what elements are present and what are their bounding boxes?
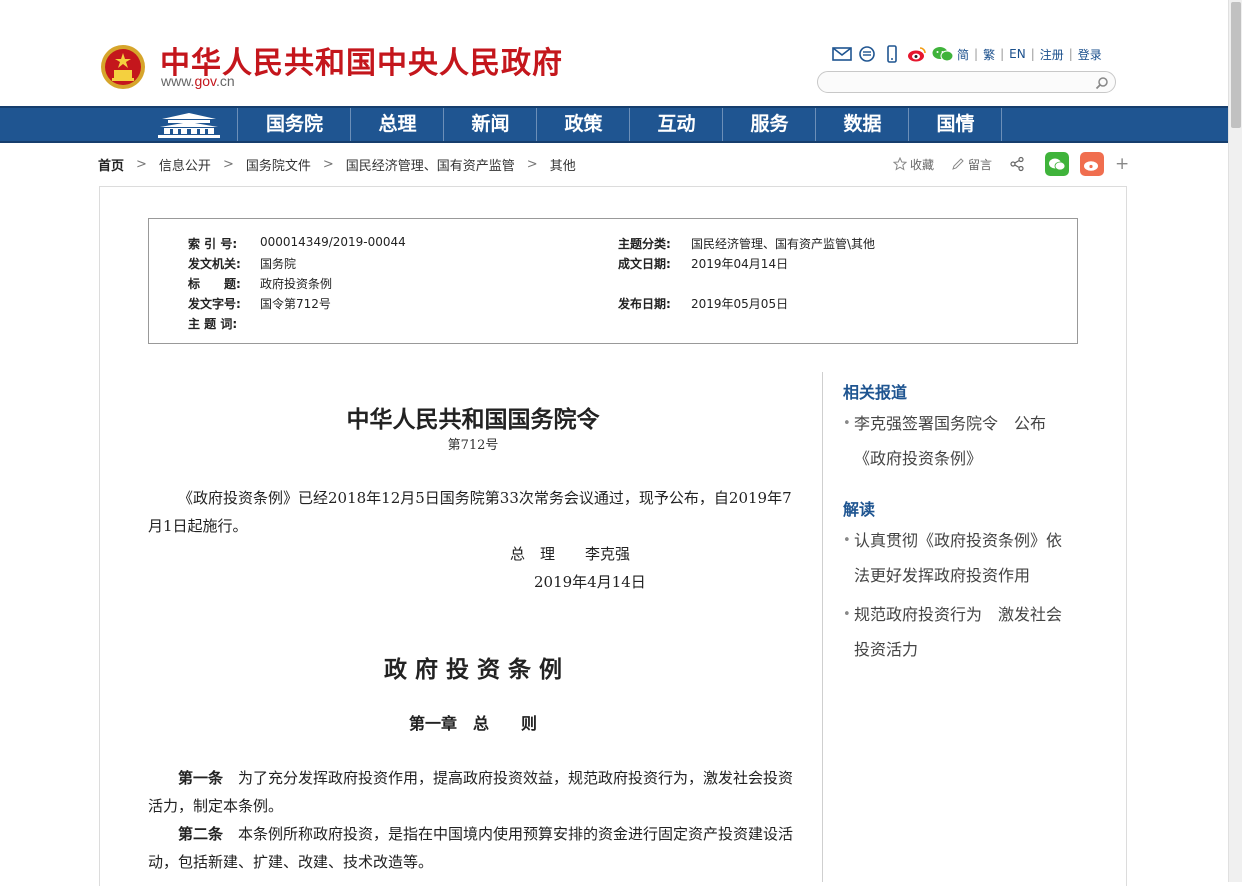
lang-traditional-link[interactable]: 繁 [983, 46, 995, 63]
clause-2-text: 本条例所称政府投资，是指在中国境内使用预算安排的资金进行固定资产投资建设活动，包… [148, 825, 794, 871]
column-divider [822, 372, 823, 882]
bullet-icon: • [843, 416, 851, 431]
scrollbar-thumb[interactable] [1231, 2, 1241, 128]
meta-date-made-value: 2019年04月14日 [691, 257, 789, 271]
weibo-icon[interactable] [907, 45, 927, 63]
breadcrumb-item[interactable]: 其他 [550, 155, 576, 174]
favorite-button[interactable]: 收藏 [893, 156, 934, 173]
article-clause-1: 第一条 为了充分发挥政府投资作用，提高政府投资效益，规范政府投资行为，激发社会投… [148, 764, 798, 820]
register-link[interactable]: 注册 [1040, 46, 1064, 63]
meta-title-label: 标 题: [188, 277, 241, 291]
lang-english-link[interactable]: EN [1009, 47, 1026, 61]
search-input[interactable] [828, 73, 1098, 92]
login-link[interactable]: 登录 [1078, 46, 1102, 63]
meta-issuer-value: 国务院 [260, 257, 297, 271]
top-links: 简 | 繁 | EN | 注册 | 登录 [832, 44, 1102, 64]
comment-button[interactable]: 留言 [951, 156, 992, 173]
meta-title-value: 政府投资条例 [260, 277, 333, 291]
meta-issuer-label: 发文机关: [188, 257, 241, 271]
bullet-icon: • [843, 607, 851, 622]
chevron-right-icon: > [322, 157, 334, 172]
star-icon [893, 157, 907, 171]
site-domain[interactable]: www.gov.cn [161, 73, 235, 89]
chevron-right-icon: > [526, 157, 538, 172]
pencil-icon [952, 158, 964, 170]
main-navigation: 国务院 总理 新闻 政策 互动 服务 数据 国情 [0, 106, 1228, 143]
wechat-share-icon[interactable] [1045, 152, 1070, 176]
interpretation-link[interactable]: • 认真贯彻《政府投资条例》依法更好发挥政府投资作用 [843, 523, 1073, 593]
chevron-right-icon: > [222, 157, 234, 172]
clause-1-label: 第一条 [178, 769, 224, 787]
article-sign-date: 2019年4月14日 [534, 573, 646, 591]
interpretation-heading: 解读 [843, 500, 876, 519]
document-metadata-box: 索 引 号: 000014349/2019-00044 主题分类: 国民经济管理… [148, 218, 1078, 344]
more-share-icon[interactable]: + [1115, 154, 1129, 174]
article-clause-2: 第二条 本条例所称政府投资，是指在中国境内使用预算安排的资金进行固定资产投资建设… [148, 820, 798, 876]
meta-topic-label: 主题分类: [618, 237, 671, 251]
order-number: 第712号 [447, 438, 499, 453]
meta-publish-label: 发布日期: [618, 297, 671, 311]
nav-home-icon[interactable] [140, 108, 238, 141]
article-tools: 收藏 留言 + [893, 152, 1129, 176]
separator: | [1000, 47, 1005, 61]
meta-doc-no-label: 发文字号: [188, 297, 241, 311]
search-box [817, 71, 1116, 93]
meta-keywords-label: 主 题 词: [188, 317, 238, 331]
nav-item-news[interactable]: 新闻 [445, 108, 537, 141]
chevron-right-icon: > [136, 157, 147, 172]
article-title: 中华人民共和国国务院令 [346, 406, 600, 433]
nav-item-national-info[interactable]: 国情 [910, 108, 1002, 141]
weibo-share-icon[interactable] [1080, 152, 1105, 176]
related-report-link[interactable]: • 李克强签署国务院令 公布《政府投资条例》 [843, 406, 1073, 476]
mobile-icon[interactable] [882, 45, 902, 63]
national-emblem-icon [100, 42, 146, 92]
clause-2-label: 第二条 [178, 825, 224, 843]
wechat-icon[interactable] [932, 45, 954, 63]
separator: | [1068, 47, 1073, 61]
meta-topic-value: 国民经济管理、国有资产监管\其他 [691, 237, 876, 251]
mail-icon[interactable] [832, 45, 852, 63]
meta-index-value: 000014349/2019-00044 [260, 235, 406, 249]
breadcrumb-item[interactable]: 国务院文件 [246, 155, 311, 174]
lang-simplified-link[interactable]: 简 [957, 46, 969, 63]
article-signature: 总 理 李克强 [510, 545, 631, 563]
breadcrumb-item[interactable]: 国民经济管理、国有资产监管 [346, 155, 515, 174]
article-intro: 《政府投资条例》已经2018年12月5日国务院第33次常务会议通过，现予公布，自… [148, 489, 792, 535]
nav-item-interaction[interactable]: 互动 [631, 108, 723, 141]
separator: | [974, 47, 979, 61]
page-scrollbar[interactable] [1228, 0, 1242, 882]
bullet-icon: • [843, 533, 851, 548]
nav-item-services[interactable]: 服务 [724, 108, 816, 141]
nav-item-data[interactable]: 数据 [817, 108, 909, 141]
search-icon[interactable] [1095, 75, 1109, 90]
related-reports-heading: 相关报道 [843, 383, 908, 402]
meta-doc-no-value: 国令第712号 [260, 297, 331, 311]
interpretation-link[interactable]: • 规范政府投资行为 激发社会投资活力 [843, 597, 1073, 667]
nav-item-state-council[interactable]: 国务院 [239, 108, 351, 141]
clause-1-text: 为了充分发挥政府投资作用，提高政府投资效益，规范政府投资行为，激发社会投资活力，… [148, 769, 794, 815]
share-icon[interactable] [1009, 156, 1028, 172]
breadcrumb-home[interactable]: 首页 [98, 155, 124, 174]
breadcrumb-item[interactable]: 信息公开 [159, 155, 211, 174]
chapter-heading: 第一章 总 则 [408, 714, 537, 733]
nav-item-premier[interactable]: 总理 [352, 108, 444, 141]
regulation-title: 政 府 投 资 条 例 [383, 656, 563, 683]
meta-publish-value: 2019年05月05日 [691, 297, 789, 311]
message-icon[interactable] [857, 45, 877, 63]
meta-index-label: 索 引 号: [188, 237, 238, 251]
separator: | [1030, 47, 1035, 61]
breadcrumb: 首页 > 信息公开 > 国务院文件 > 国民经济管理、国有资产监管 > 其他 [98, 155, 576, 174]
meta-date-made-label: 成文日期: [618, 257, 671, 271]
nav-item-policy[interactable]: 政策 [538, 108, 630, 141]
